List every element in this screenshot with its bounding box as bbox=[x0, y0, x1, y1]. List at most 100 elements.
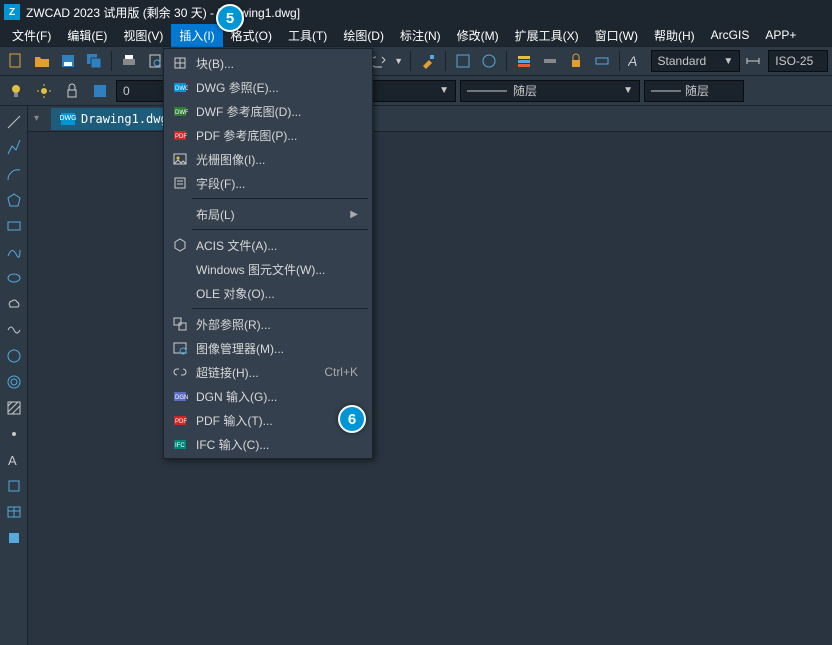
toolbar-layer: 0 ▼ 随层 ▼ 随层 ▼ 随层 bbox=[0, 76, 832, 106]
tool-b-button[interactable] bbox=[477, 49, 501, 73]
wave-tool[interactable] bbox=[4, 320, 24, 340]
new-file-button[interactable] bbox=[4, 49, 28, 73]
save-button[interactable] bbox=[56, 49, 80, 73]
menu-item[interactable]: 工具(T) bbox=[280, 24, 335, 47]
polygon-tool[interactable] bbox=[4, 190, 24, 210]
menu-item[interactable]: ArcGIS bbox=[703, 25, 758, 45]
menu-item-label: Windows 图元文件(W)... bbox=[192, 261, 358, 278]
menu-separator bbox=[192, 229, 368, 230]
layer-lock-button[interactable] bbox=[564, 49, 588, 73]
menu-item[interactable]: PDFPDF 参考底图(P)... bbox=[164, 123, 372, 147]
dimstyle-value: ISO-25 bbox=[775, 54, 813, 68]
region-tool[interactable] bbox=[4, 476, 24, 496]
menu-item[interactable]: 图像管理器(M)... bbox=[164, 336, 372, 360]
drawing-canvas[interactable] bbox=[28, 132, 832, 645]
menu-item[interactable]: 编辑(E) bbox=[59, 24, 115, 47]
menu-item-label: OLE 对象(O)... bbox=[192, 285, 358, 302]
menu-item[interactable]: DWGDWG 参照(E)... bbox=[164, 75, 372, 99]
point-tool[interactable] bbox=[4, 424, 24, 444]
dimstyle-dropdown[interactable]: ISO-25 bbox=[768, 50, 828, 72]
menu-item[interactable]: 超链接(H)...Ctrl+K bbox=[164, 360, 372, 384]
menu-item[interactable]: 扩展工具(X) bbox=[507, 24, 587, 47]
menu-item[interactable]: 插入(I) bbox=[171, 24, 222, 47]
callout-6: 6 bbox=[338, 405, 366, 433]
menu-separator bbox=[192, 308, 368, 309]
menu-item[interactable]: 修改(M) bbox=[449, 24, 507, 47]
chevron-down-icon: ▼ bbox=[719, 56, 737, 67]
menu-item[interactable]: Windows 图元文件(W)... bbox=[164, 257, 372, 281]
chevron-down-icon: ▼ bbox=[619, 85, 637, 96]
table-tool[interactable] bbox=[4, 502, 24, 522]
text-style-dropdown[interactable]: Standard ▼ bbox=[651, 50, 741, 72]
line-tool[interactable] bbox=[4, 112, 24, 132]
text-style-icon[interactable]: A bbox=[625, 49, 649, 73]
menu-item[interactable]: 标注(N) bbox=[392, 24, 449, 47]
cloud-tool[interactable] bbox=[4, 294, 24, 314]
layer-sun-icon[interactable] bbox=[32, 79, 56, 103]
menu-item[interactable]: 帮助(H) bbox=[646, 24, 703, 47]
layer-bulb-icon[interactable] bbox=[4, 79, 28, 103]
menu-item[interactable]: 光栅图像(I)... bbox=[164, 147, 372, 171]
donut-tool[interactable] bbox=[4, 372, 24, 392]
match-prop-button[interactable] bbox=[416, 49, 440, 73]
spline-tool[interactable] bbox=[4, 242, 24, 262]
menu-item[interactable]: IFCIFC 输入(C)... bbox=[164, 432, 372, 456]
menubar: 文件(F)编辑(E)视图(V)插入(I)格式(O)工具(T)绘图(D)标注(N)… bbox=[0, 24, 832, 46]
menu-item[interactable]: ACIS 文件(A)... bbox=[164, 233, 372, 257]
open-file-button[interactable] bbox=[30, 49, 54, 73]
menu-item[interactable]: 视图(V) bbox=[115, 24, 171, 47]
imgmgr-icon bbox=[168, 340, 192, 356]
menu-item[interactable]: 外部参照(R)... bbox=[164, 312, 372, 336]
menu-item[interactable]: DWFDWF 参考底图(D)... bbox=[164, 99, 372, 123]
ellipse-tool[interactable] bbox=[4, 268, 24, 288]
menu-item[interactable]: 文件(F) bbox=[4, 24, 59, 47]
app-logo-icon: Z bbox=[4, 4, 20, 20]
polyline-tool[interactable] bbox=[4, 138, 24, 158]
saveas-button[interactable] bbox=[82, 49, 106, 73]
layer-tool-button[interactable] bbox=[590, 49, 614, 73]
menu-item-label: 光栅图像(I)... bbox=[192, 151, 358, 168]
menu-item[interactable]: DGNDGN 输入(G)... bbox=[164, 384, 372, 408]
menu-item[interactable]: 窗口(W) bbox=[587, 24, 646, 47]
svg-text:DWG: DWG bbox=[175, 86, 188, 92]
titlebar: Z ZWCAD 2023 试用版 (剩余 30 天) - [Drawing1.d… bbox=[0, 0, 832, 24]
menu-item-label: ACIS 文件(A)... bbox=[192, 237, 358, 254]
svg-text:PDF: PDF bbox=[175, 134, 187, 140]
menu-item[interactable]: 布局(L)▶ bbox=[164, 202, 372, 226]
chevron-down-icon: ▼ bbox=[435, 85, 453, 96]
document-tab-label: Drawing1.dwg bbox=[81, 112, 168, 126]
xref-icon bbox=[168, 316, 192, 332]
arc-tool[interactable] bbox=[4, 164, 24, 184]
menu-item[interactable]: OLE 对象(O)... bbox=[164, 281, 372, 305]
toolbar-main: ▼ ▼ A Standard ▼ ISO-25 bbox=[0, 46, 832, 76]
layer-color-icon[interactable] bbox=[88, 79, 112, 103]
layer-iso-button[interactable] bbox=[512, 49, 536, 73]
layer-lock2-icon[interactable] bbox=[60, 79, 84, 103]
draw-toolbar: A bbox=[0, 106, 28, 645]
print-button[interactable] bbox=[117, 49, 141, 73]
pdfin-icon: PDF bbox=[168, 412, 192, 428]
dimstyle-icon[interactable] bbox=[742, 49, 766, 73]
insert-menu-dropdown: 块(B)...DWGDWG 参照(E)...DWFDWF 参考底图(D)...P… bbox=[163, 48, 373, 459]
lineweight-dropdown[interactable]: 随层 bbox=[644, 80, 744, 102]
menu-item[interactable]: 块(B)... bbox=[164, 51, 372, 75]
menu-item[interactable]: 绘图(D) bbox=[335, 24, 392, 47]
svg-text:PDF: PDF bbox=[175, 419, 187, 425]
svg-text:IFC: IFC bbox=[175, 443, 185, 449]
rectangle-tool[interactable] bbox=[4, 216, 24, 236]
menu-item[interactable]: APP+ bbox=[757, 25, 804, 45]
layer-off-button[interactable] bbox=[538, 49, 562, 73]
menu-item[interactable]: 字段(F)... bbox=[164, 171, 372, 195]
tab-tri-left-icon[interactable]: ▾ bbox=[28, 113, 45, 124]
document-tabs: ▾ DWG Drawing1.dwg ✕ bbox=[28, 106, 832, 132]
menu-item-label: 字段(F)... bbox=[192, 175, 358, 192]
redo-dropdown-icon[interactable]: ▼ bbox=[392, 56, 405, 66]
tool-a-button[interactable] bbox=[451, 49, 475, 73]
gradient-tool[interactable] bbox=[4, 528, 24, 548]
text-tool[interactable]: A bbox=[4, 450, 24, 470]
hatch-tool[interactable] bbox=[4, 398, 24, 418]
circle-tool[interactable] bbox=[4, 346, 24, 366]
dwg-icon: DWG bbox=[168, 79, 192, 95]
linetype-dropdown[interactable]: 随层 ▼ bbox=[460, 80, 640, 102]
field-icon bbox=[168, 175, 192, 191]
